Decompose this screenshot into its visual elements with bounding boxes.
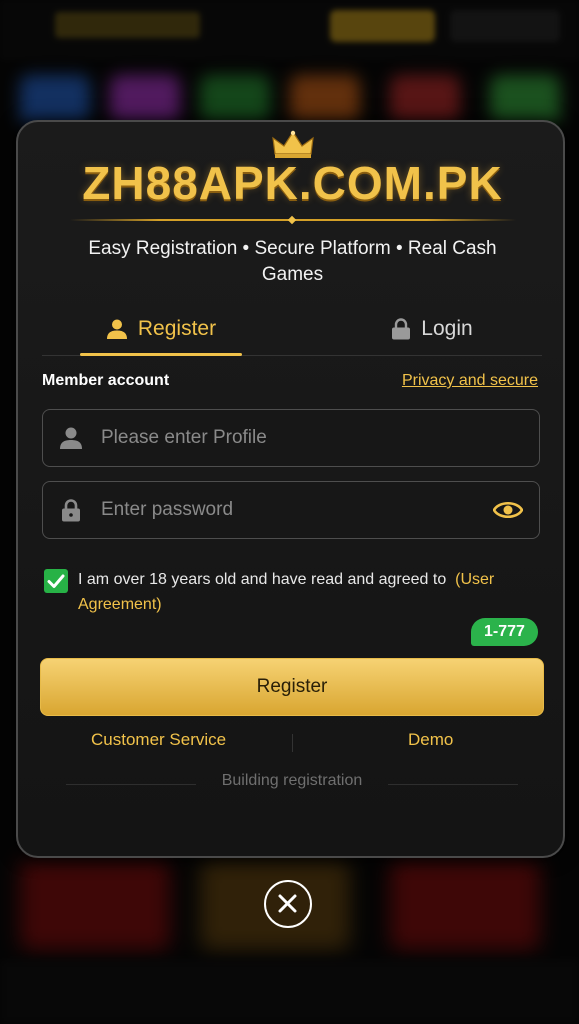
tagline: Easy Registration • Secure Platform • Re… xyxy=(88,238,497,285)
tab-register[interactable]: Register xyxy=(80,302,242,356)
tab-login-label: Login xyxy=(421,317,473,340)
active-tab-indicator xyxy=(80,353,242,356)
lock-icon xyxy=(392,318,411,340)
brand-divider-ornament xyxy=(287,215,297,225)
agreement-text: I am over 18 years old and have read and… xyxy=(78,567,538,617)
member-account-label: Member account xyxy=(42,372,170,389)
privacy-link[interactable]: Privacy and secure xyxy=(402,372,538,390)
tab-login[interactable]: Login xyxy=(332,302,532,356)
check-icon xyxy=(47,574,65,588)
brand-title: ZH88APK.COM.PK xyxy=(82,157,503,209)
agreement-statement: I am over 18 years old and have read and… xyxy=(78,571,447,588)
profile-input[interactable] xyxy=(101,410,481,466)
auth-tabs: Register Login xyxy=(42,302,542,356)
password-field xyxy=(42,481,540,539)
register-modal: ZH88APK.COM.PK Easy Registration • Secur… xyxy=(16,120,565,858)
divider-line xyxy=(388,784,518,785)
promo-badge: 1-777 xyxy=(471,618,538,646)
form-header: Member account Privacy and secure xyxy=(42,372,538,396)
demo-link[interactable]: Demo xyxy=(408,730,453,750)
agreement-checkbox[interactable] xyxy=(44,569,68,593)
customer-service-link[interactable]: Customer Service xyxy=(91,730,226,750)
tab-register-label: Register xyxy=(137,317,217,340)
password-input[interactable] xyxy=(101,482,481,538)
user-icon xyxy=(106,319,127,339)
links-divider xyxy=(292,734,293,752)
register-button[interactable]: Register xyxy=(40,658,544,716)
user-icon xyxy=(60,427,82,449)
building-registration: Building registration xyxy=(42,772,542,796)
lock-icon xyxy=(62,499,80,522)
building-registration-text: Building registration xyxy=(221,772,363,789)
profile-field xyxy=(42,409,540,467)
footer-links: Customer Service Demo xyxy=(42,724,542,760)
close-icon xyxy=(278,894,297,913)
close-button[interactable] xyxy=(264,880,312,928)
eye-icon[interactable] xyxy=(493,498,523,522)
